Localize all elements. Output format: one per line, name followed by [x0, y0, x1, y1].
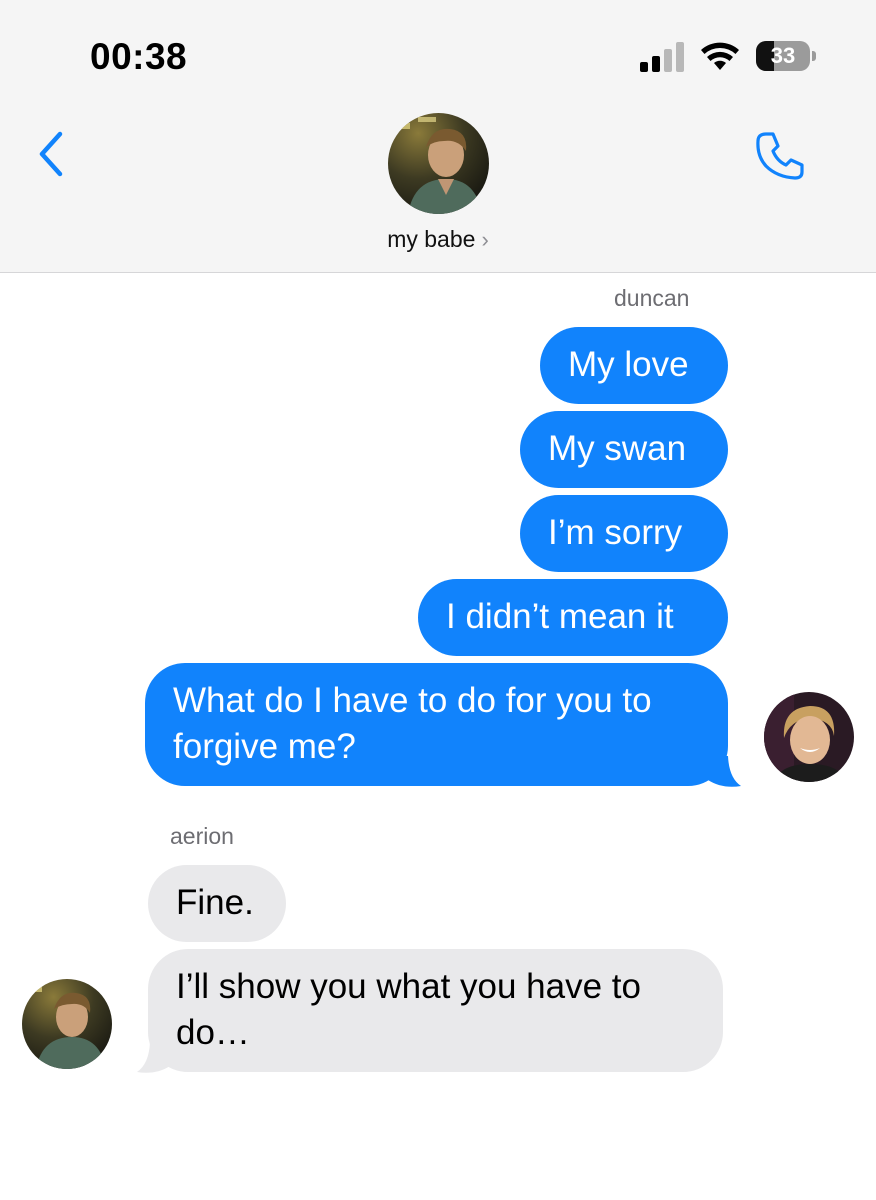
message-bubble-outgoing[interactable]: I’m sorry: [520, 495, 728, 572]
contact-avatar[interactable]: [388, 113, 489, 214]
message-bubble-outgoing[interactable]: What do I have to do for you to forgive …: [145, 663, 728, 786]
avatar-incoming-sender[interactable]: [22, 979, 112, 1069]
chevron-left-icon: [39, 131, 63, 177]
cellular-signal-icon: [640, 42, 686, 72]
bubble-tail-outgoing: [708, 756, 741, 787]
back-button[interactable]: [30, 128, 74, 180]
message-bubble-outgoing[interactable]: My swan: [520, 411, 728, 488]
sender-photo: [764, 692, 854, 782]
conversation-header: 00:38 33 my babe ›: [0, 0, 876, 273]
bubble-tail-incoming: [137, 1042, 170, 1073]
sender-label-incoming: aerion: [170, 823, 234, 849]
sender-label-outgoing: duncan: [614, 285, 690, 311]
message-bubble-incoming[interactable]: Fine.: [148, 865, 286, 942]
status-time: 00:38: [90, 36, 188, 77]
phone-icon: [756, 132, 804, 180]
imessage-screen: 00:38 33 my babe › duncan My love My swa…: [0, 0, 876, 1200]
call-button[interactable]: [752, 128, 808, 184]
contact-name: my babe: [387, 226, 476, 252]
message-bubble-outgoing[interactable]: I didn’t mean it: [418, 579, 728, 656]
avatar-outgoing-sender[interactable]: [764, 692, 854, 782]
message-bubble-outgoing[interactable]: My love: [540, 327, 728, 404]
wifi-icon: [701, 42, 739, 70]
contact-name-button[interactable]: my babe ›: [0, 226, 876, 253]
battery-icon: 33: [756, 41, 810, 71]
battery-percentage: 33: [770, 43, 796, 68]
battery-cap: [812, 51, 816, 61]
chevron-right-icon: ›: [481, 227, 489, 252]
sender-photo: [22, 979, 112, 1069]
message-bubble-incoming[interactable]: I’ll show you what you have to do…: [148, 949, 723, 1072]
contact-photo: [388, 113, 489, 214]
